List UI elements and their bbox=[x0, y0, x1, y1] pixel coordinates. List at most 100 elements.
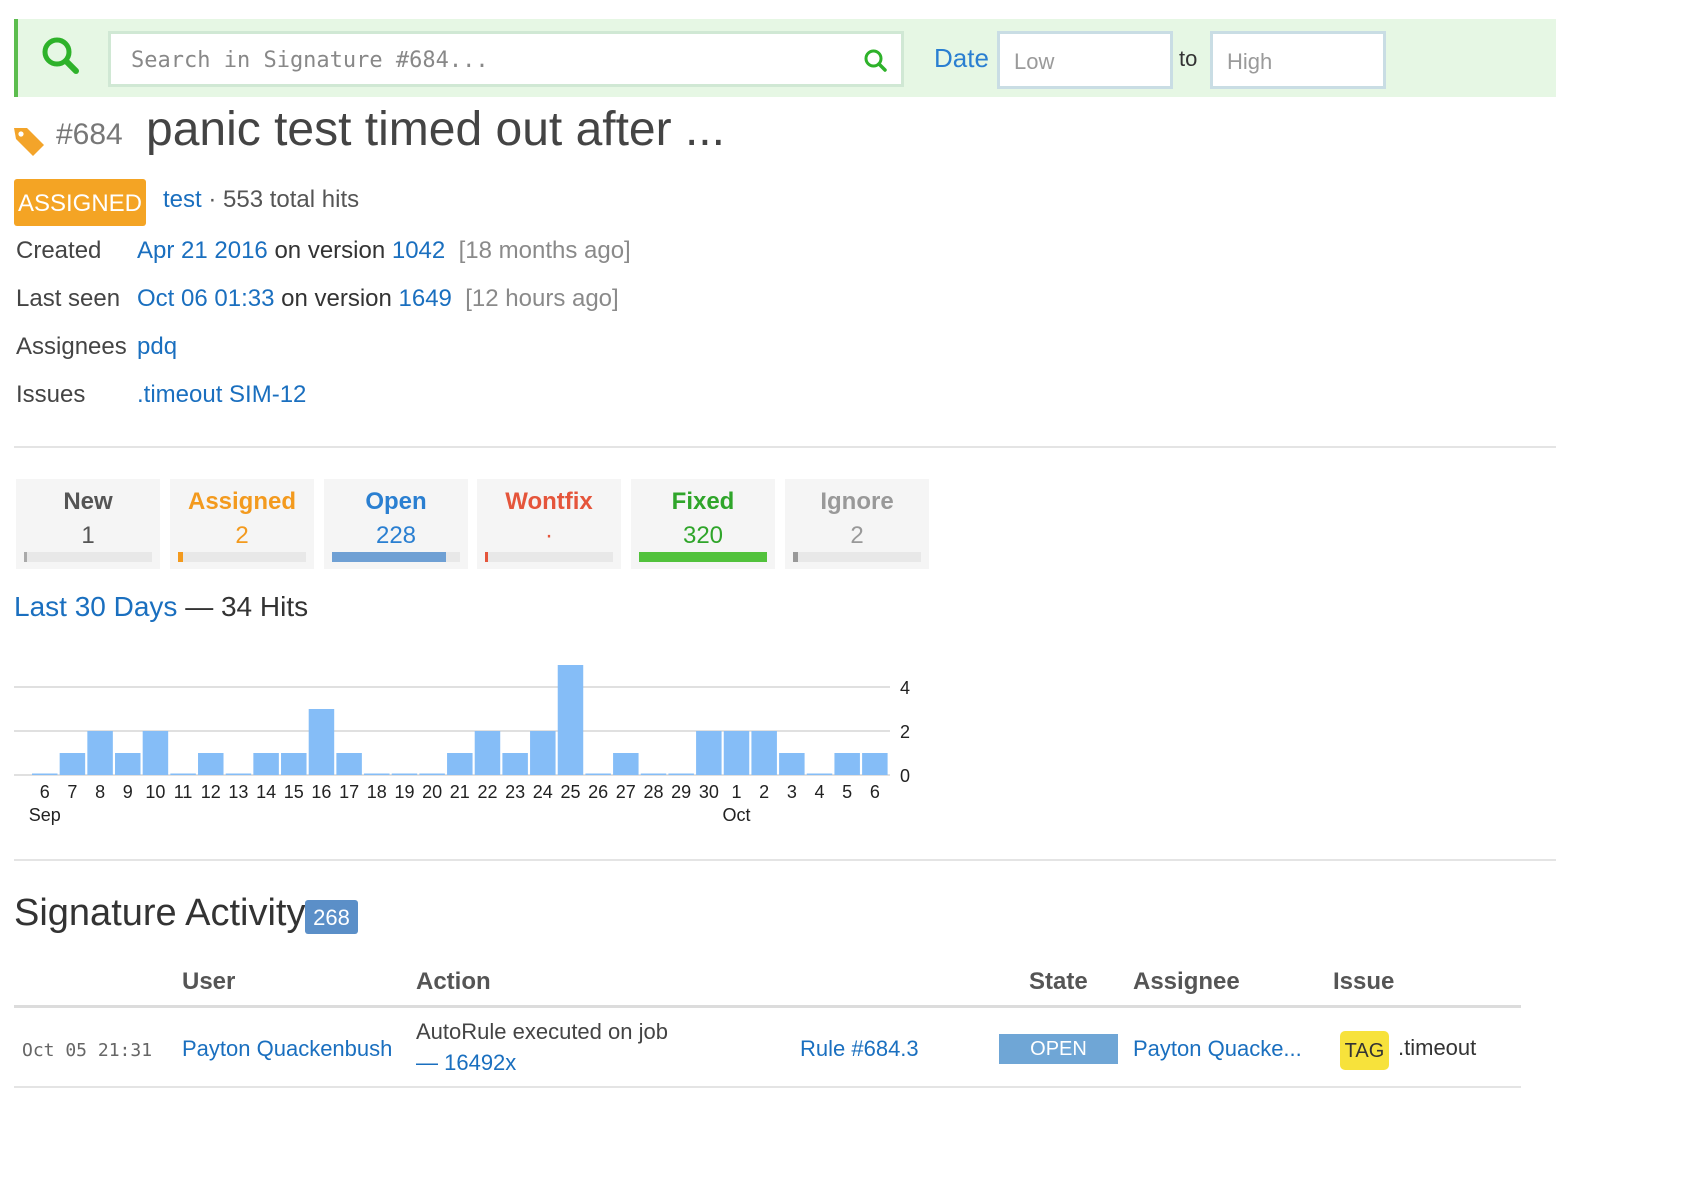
status-card-label: Fixed bbox=[671, 488, 735, 515]
signature-meta: test · 553 total hits bbox=[163, 186, 359, 214]
issues-label: Issues bbox=[16, 381, 86, 408]
y-tick-label: 0 bbox=[900, 766, 910, 786]
activity-assignee-link[interactable]: Payton Quacke... bbox=[1133, 1036, 1302, 1062]
chart-bar bbox=[364, 773, 390, 775]
chart-bar bbox=[336, 753, 362, 775]
x-tick-label: 18 bbox=[367, 782, 387, 802]
last-30-days-link[interactable]: Last 30 Days bbox=[14, 591, 177, 622]
x-tick-label: 11 bbox=[174, 782, 193, 802]
signature-number: #684 bbox=[56, 118, 123, 151]
status-card-ignore[interactable]: Ignore 2 bbox=[785, 479, 929, 569]
status-card-bar-track bbox=[178, 552, 306, 562]
hits-count: — 34 Hits bbox=[185, 591, 309, 622]
month-label: Oct bbox=[722, 805, 750, 825]
issue-link[interactable]: .timeout SIM-12 bbox=[137, 381, 306, 408]
status-card-count: 1 bbox=[81, 522, 95, 549]
assignee-link[interactable]: pdq bbox=[137, 333, 177, 360]
chart-bar bbox=[834, 753, 860, 775]
status-card-count: 2 bbox=[235, 522, 249, 549]
activity-user-link[interactable]: Payton Quackenbush bbox=[182, 1036, 392, 1062]
chart-bar bbox=[198, 753, 224, 775]
chart-bar bbox=[723, 731, 750, 775]
activity-title: Signature Activity bbox=[14, 892, 306, 934]
chart-bar bbox=[115, 753, 141, 775]
total-hits-text: · 553 total hits bbox=[208, 186, 360, 213]
last-seen-ago: [12 hours ago] bbox=[465, 285, 619, 312]
created-date-link[interactable]: Apr 21 2016 bbox=[137, 237, 268, 264]
x-tick-label: 5 bbox=[842, 782, 852, 802]
status-badge: ASSIGNED bbox=[14, 179, 146, 226]
chart-bar bbox=[170, 773, 196, 775]
status-card-count: 320 bbox=[682, 522, 724, 549]
date-to-label: to bbox=[1179, 46, 1198, 71]
hits-bar-chart: 0246 7 8 9 10 11 12 13 14 15 16 17 18 19 20 21 22 23 24 25 2… bbox=[14, 665, 910, 825]
header-issue: Issue bbox=[1333, 968, 1395, 995]
x-tick-label: 21 bbox=[450, 782, 470, 802]
test-link[interactable]: test bbox=[163, 186, 202, 213]
x-tick-label: 15 bbox=[284, 782, 304, 802]
created-version-link[interactable]: 1042 bbox=[392, 237, 445, 264]
status-card-bar-track bbox=[793, 552, 921, 562]
tag-icon bbox=[12, 124, 46, 163]
x-tick-label: 4 bbox=[815, 782, 825, 802]
activity-rule-link[interactable]: Rule #684.3 bbox=[800, 1036, 919, 1062]
search-submit-icon[interactable] bbox=[863, 48, 889, 79]
divider bbox=[14, 446, 1556, 448]
issues-value: .timeout SIM-12 bbox=[137, 381, 306, 409]
chart-bar bbox=[391, 773, 418, 775]
chart-bar bbox=[696, 731, 722, 775]
date-high-input[interactable] bbox=[1225, 47, 1379, 77]
chart-bar bbox=[640, 773, 667, 775]
chart-bar bbox=[502, 753, 528, 775]
status-card-assigned[interactable]: Assigned 2 bbox=[170, 479, 314, 569]
status-card-bar-track bbox=[639, 552, 767, 562]
chart-bar bbox=[32, 773, 58, 775]
x-tick-label: 7 bbox=[67, 782, 77, 802]
status-card-count: · bbox=[545, 522, 553, 549]
x-tick-label: 16 bbox=[311, 782, 331, 802]
activity-job-link[interactable]: — 16492x bbox=[416, 1050, 516, 1076]
status-card-label: Ignore bbox=[820, 488, 894, 515]
activity-issue: .timeout bbox=[1398, 1035, 1477, 1060]
chart-bar bbox=[530, 731, 556, 775]
date-low-box bbox=[997, 31, 1173, 89]
date-low-input[interactable] bbox=[1012, 47, 1166, 77]
table-header-divider bbox=[14, 1005, 1521, 1008]
x-tick-label: 22 bbox=[477, 782, 497, 802]
assignees-label: Assignees bbox=[16, 333, 127, 360]
chart-bar bbox=[447, 753, 473, 775]
x-tick-label: 24 bbox=[533, 782, 553, 802]
x-tick-label: 27 bbox=[616, 782, 636, 802]
created-label: Created bbox=[16, 237, 102, 264]
status-card-open[interactable]: Open 228 bbox=[324, 479, 468, 569]
date-filter-label: Date bbox=[934, 43, 989, 73]
status-card-fixed[interactable]: Fixed 320 bbox=[631, 479, 775, 569]
x-tick-label: 17 bbox=[339, 782, 359, 802]
header-assignee: Assignee bbox=[1133, 968, 1240, 995]
search-box bbox=[108, 31, 904, 87]
status-card-new[interactable]: New 1 bbox=[16, 479, 160, 569]
last-seen-date-link[interactable]: Oct 06 01:33 bbox=[137, 285, 274, 312]
x-tick-label: 10 bbox=[145, 782, 165, 802]
created-on-version-text: on version bbox=[274, 237, 386, 264]
status-card-count: 2 bbox=[850, 522, 864, 549]
search-input[interactable] bbox=[129, 46, 853, 74]
status-card-wontfix[interactable]: Wontfix · bbox=[477, 479, 621, 569]
last-seen-version-link[interactable]: 1649 bbox=[399, 285, 452, 312]
x-tick-label: 3 bbox=[787, 782, 797, 802]
page-title: panic test timed out after ... bbox=[146, 103, 725, 156]
x-tick-label: 12 bbox=[201, 782, 221, 802]
x-tick-label: 14 bbox=[256, 782, 276, 802]
chart-bar bbox=[308, 709, 335, 775]
status-card-bar-fill bbox=[639, 552, 767, 562]
x-tick-label: 30 bbox=[699, 782, 719, 802]
search-icon[interactable] bbox=[40, 35, 84, 84]
status-card-label: Open bbox=[365, 488, 427, 515]
x-tick-label: 6 bbox=[40, 782, 50, 802]
activity-count-badge: 268 bbox=[305, 900, 358, 934]
status-card-bar-track bbox=[485, 552, 613, 562]
chart-bar bbox=[474, 731, 501, 775]
x-tick-label: 13 bbox=[228, 782, 248, 802]
status-card-bar-fill bbox=[793, 552, 798, 562]
table-row-divider bbox=[14, 1086, 1521, 1088]
